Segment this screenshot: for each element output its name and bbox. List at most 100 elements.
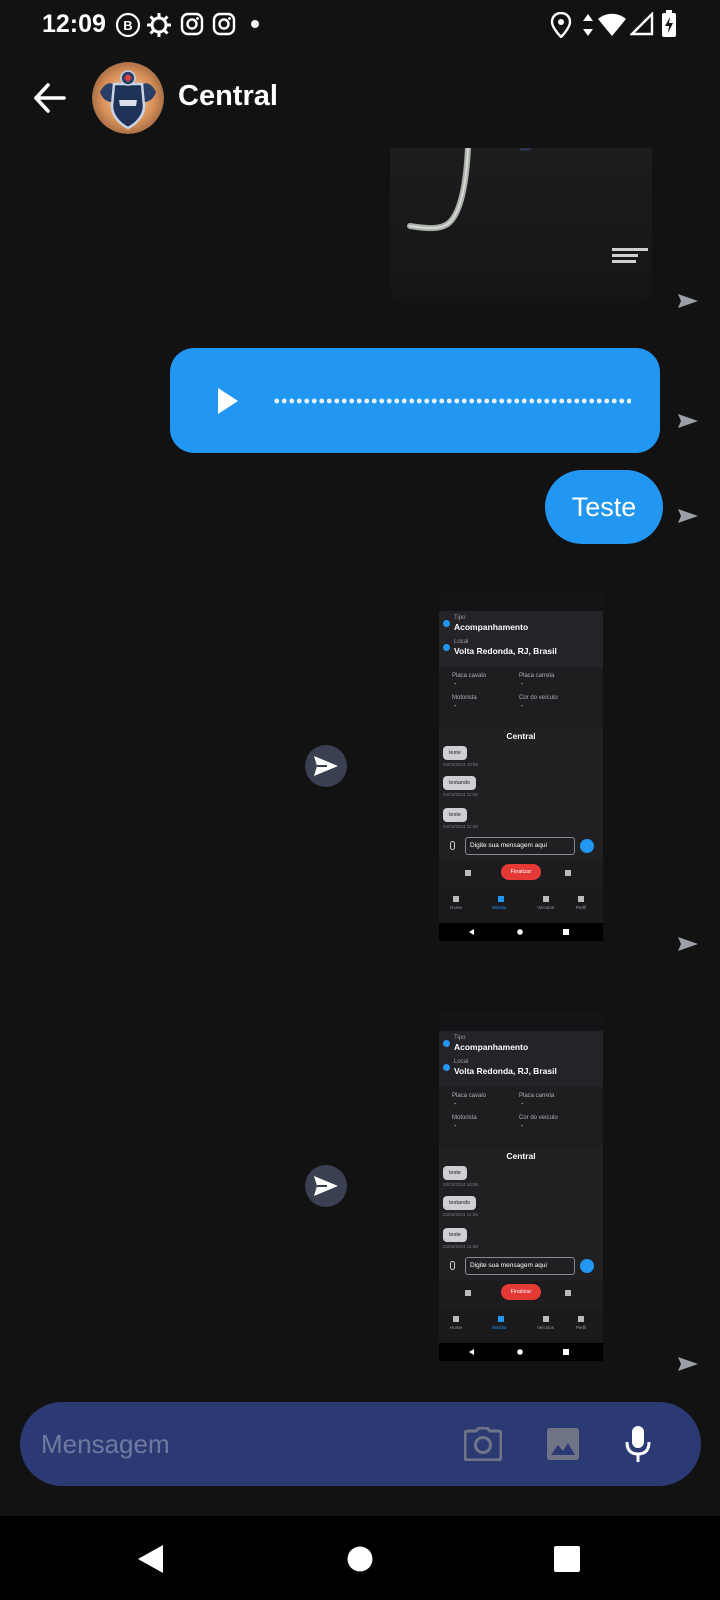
tipo-label: Tipo [454, 615, 466, 621]
dot-icon [251, 20, 259, 28]
forward-button[interactable] [305, 1165, 347, 1207]
chat-timestamp: 03/02/2024 11:05 [443, 792, 478, 797]
nav-home-icon[interactable] [347, 1546, 373, 1572]
nav-back-icon[interactable] [136, 1544, 166, 1574]
person-icon [578, 1316, 584, 1322]
nav-recents-icon[interactable] [554, 1546, 580, 1572]
data-arrows-icon [583, 14, 593, 36]
motorista-label: Motorista [452, 1115, 477, 1121]
sent-status-icon [678, 1357, 698, 1371]
instagram-icon [212, 12, 236, 36]
nav-perfil-label: Perfil [576, 1325, 587, 1330]
text-message[interactable]: Teste [545, 470, 663, 544]
image-message[interactable]: Tipo Acompanhamento Local Volta Redonda,… [439, 591, 603, 941]
local-label: Local [454, 639, 469, 645]
svg-text:B: B [123, 18, 132, 33]
sent-status-icon [678, 937, 698, 951]
nav-perfil-label: Perfil [576, 905, 587, 910]
image-icon [547, 1428, 579, 1460]
chat-timestamp: 03/02/2024 10:59 [443, 1182, 479, 1187]
placa-cavalo-label: Placa cavalo [452, 673, 487, 679]
person-icon [578, 896, 584, 902]
camera-button[interactable] [461, 1422, 505, 1466]
back-button[interactable] [28, 76, 72, 120]
local-value: Volta Redonda, RJ, Brasil [454, 646, 557, 656]
send-icon [580, 1259, 594, 1273]
local-value: Volta Redonda, RJ, Brasil [454, 1066, 557, 1076]
finalizar-button-preview: Finalizar [501, 1284, 541, 1300]
nav-missao-label: Missão [492, 1325, 507, 1330]
play-icon[interactable] [218, 388, 238, 414]
battery-charging-icon [662, 10, 676, 37]
image-message[interactable]: Tipo Acompanhamento Local Volta Redonda,… [439, 1011, 603, 1361]
chat-header: Central [0, 52, 720, 148]
motorista-value: - [454, 1123, 457, 1130]
tipo-value: Acompanhamento [454, 622, 529, 632]
nav-veiculos-label: Veículos [537, 1325, 555, 1330]
message-input-preview: Digite sua mensagem aqui [465, 1257, 575, 1275]
arrow-back-icon [34, 83, 66, 113]
chat-title: Central [506, 731, 536, 741]
car-icon [543, 1316, 549, 1322]
audio-waveform[interactable] [273, 398, 631, 404]
camera-icon [565, 1290, 571, 1296]
placa-carreta-label: Placa carreta [519, 673, 555, 679]
attach-icon [450, 1261, 455, 1270]
send-icon [314, 756, 338, 776]
tipo-value: Acompanhamento [454, 1042, 529, 1052]
message-list[interactable]: Teste Tipo Acompanhamento Local Volta Re… [0, 148, 720, 1382]
forward-button[interactable] [305, 745, 347, 787]
send-icon [580, 839, 594, 853]
chat-bubble: teste [443, 746, 467, 760]
finalizar-button-preview: Finalizar [501, 864, 541, 880]
map-icon [465, 1290, 471, 1296]
car-icon [543, 896, 549, 902]
map-icon [465, 870, 471, 876]
target-icon [443, 620, 450, 627]
chat-title: Central [506, 1151, 536, 1161]
location-pin-icon [443, 1064, 450, 1071]
chat-bubble: testando [443, 1196, 477, 1210]
audio-message[interactable] [170, 348, 660, 453]
microphone-icon [625, 1426, 651, 1462]
nav-home-label: Home [450, 1325, 463, 1330]
microphone-button[interactable] [616, 1422, 660, 1466]
home-icon [453, 1316, 459, 1322]
chat-timestamp: 03/02/2024 10:59 [443, 762, 479, 767]
sent-status-icon [678, 414, 698, 428]
wifi-icon [598, 13, 626, 36]
chat-timestamp: 03/02/2024 11:05 [443, 1212, 478, 1217]
cor-veiculo-value: - [521, 703, 524, 710]
placa-cavalo-value: - [454, 681, 457, 688]
location-icon [550, 12, 572, 38]
avatar[interactable] [92, 62, 164, 134]
tipo-label: Tipo [454, 1035, 466, 1041]
message-input[interactable] [41, 1420, 421, 1468]
shield-logo-avatar [92, 62, 164, 134]
signal-icon [630, 12, 654, 36]
nav-home-label: Home [450, 905, 463, 910]
placa-cavalo-value: - [454, 1101, 457, 1108]
chat-timestamp: 03/02/2024 11:38 [443, 824, 478, 829]
sent-status-icon [678, 294, 698, 308]
local-label: Local [454, 1059, 469, 1065]
placa-carreta-value: - [521, 1101, 524, 1108]
placa-carreta-value: - [521, 681, 524, 688]
image-message[interactable] [390, 148, 652, 303]
placa-carreta-label: Placa carreta [519, 1093, 555, 1099]
location-pin-icon [443, 644, 450, 651]
gallery-button[interactable] [541, 1422, 585, 1466]
contact-name[interactable]: Central [178, 80, 278, 113]
status-time: 12:09 [42, 10, 106, 38]
cor-veiculo-label: Cor do veículo [519, 695, 558, 701]
nav-veiculos-label: Veículos [537, 905, 555, 910]
mission-icon [498, 896, 504, 902]
system-nav-preview [469, 1349, 569, 1355]
camera-icon [565, 870, 571, 876]
chat-bubble: teste [443, 1166, 467, 1180]
motorista-value: - [454, 703, 457, 710]
chat-bubble: testando [443, 776, 477, 790]
placa-cavalo-label: Placa cavalo [452, 1093, 487, 1099]
send-icon [314, 1176, 338, 1196]
chat-bubble: teste [443, 808, 467, 822]
